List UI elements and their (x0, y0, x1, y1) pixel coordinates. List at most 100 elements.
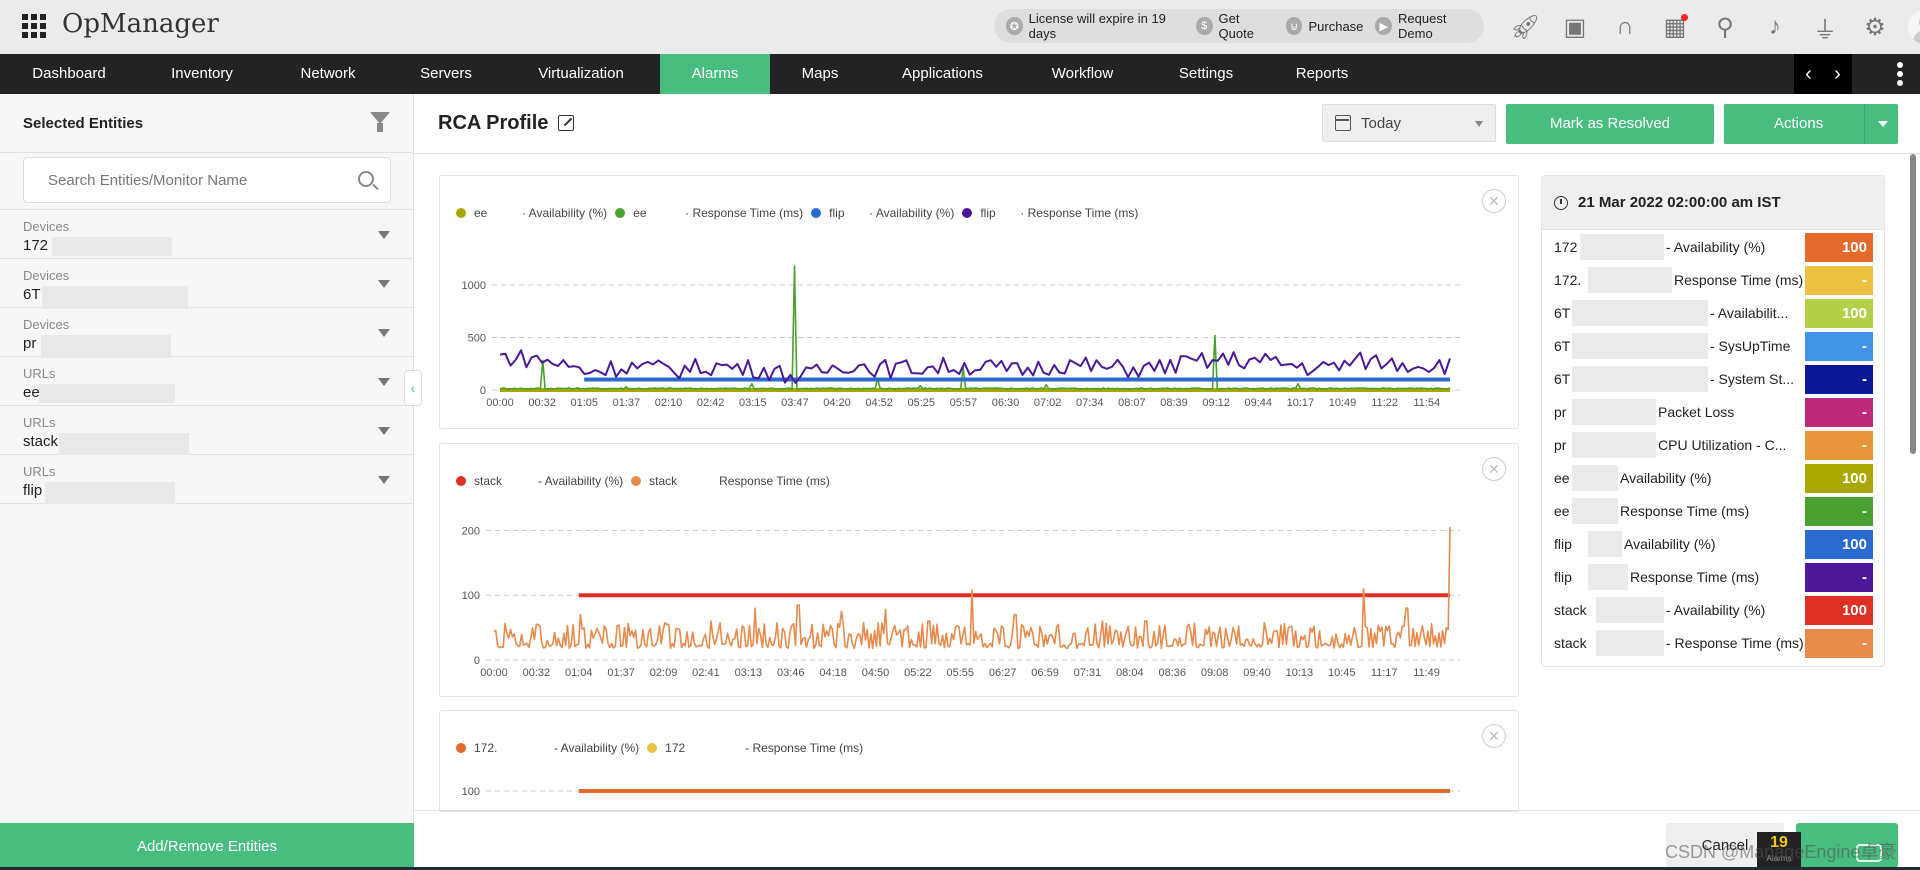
mark-as-resolved-button[interactable]: Mark as Resolved (1506, 104, 1714, 144)
panel-header: 21 Mar 2022 02:00:00 am IST (1542, 176, 1884, 230)
chat-icon[interactable] (1842, 836, 1892, 870)
entity-item[interactable]: URLs ee (0, 357, 414, 406)
collapse-sidebar-button[interactable]: ‹ (404, 370, 422, 406)
rocket-icon[interactable]: 🚀︎ (1500, 8, 1550, 46)
license-link[interactable]: License will expire in 19 days (1029, 11, 1184, 41)
redaction (1572, 399, 1656, 425)
entity-item[interactable]: Devices 172 (0, 210, 414, 259)
request-demo-link[interactable]: Request Demo (1398, 11, 1478, 41)
nav-reports[interactable]: Reports (1262, 54, 1382, 94)
bell-icon[interactable]: ♪ (1750, 8, 1800, 46)
redaction (1596, 630, 1664, 656)
chevron-down-icon[interactable] (378, 378, 390, 386)
chevron-down-icon[interactable] (378, 476, 390, 484)
metric-name: Response Time (ms) (1674, 272, 1804, 288)
more-options-icon[interactable] (1896, 62, 1904, 86)
metric-row: 6T - System St... - (1542, 363, 1886, 396)
chevron-down-icon[interactable] (1864, 104, 1898, 144)
nav-settings[interactable]: Settings (1150, 54, 1262, 94)
chevron-down-icon[interactable] (378, 280, 390, 288)
app-grid-icon[interactable] (22, 14, 46, 38)
alarms-badge[interactable]: 19 Alarms (1757, 832, 1801, 870)
app-title: OpManager (62, 9, 219, 39)
x-tick-label: 00:32 (528, 397, 556, 409)
metric-value: 100 (1805, 464, 1873, 493)
redaction (1572, 432, 1656, 458)
plug-icon[interactable]: ⏚ (1800, 8, 1850, 46)
chevron-down-icon[interactable] (378, 231, 390, 239)
x-tick-label: 01:37 (607, 667, 635, 679)
x-tick-label: 04:18 (819, 667, 847, 679)
get-quote-link[interactable]: Get Quote (1219, 11, 1274, 41)
main-nav: Dashboard Inventory Network Servers Virt… (0, 54, 1920, 94)
chevron-down-icon[interactable] (378, 329, 390, 337)
gift-icon[interactable]: ▦ (1650, 8, 1700, 46)
date-range-value: Today (1361, 115, 1402, 132)
nav-maps[interactable]: Maps (770, 54, 870, 94)
redaction (1580, 234, 1664, 260)
nav-servers[interactable]: Servers (390, 54, 502, 94)
x-tick-label: 10:45 (1328, 667, 1356, 679)
x-tick-label: 08:04 (1116, 667, 1144, 679)
nav-applications[interactable]: Applications (870, 54, 1015, 94)
demo-icon: ▶ (1375, 17, 1393, 35)
metric-entity: stack (1554, 635, 1587, 651)
nav-workflow[interactable]: Workflow (1015, 54, 1150, 94)
nav-next-button[interactable]: › (1834, 63, 1841, 86)
user-avatar[interactable] (1908, 10, 1920, 44)
gear-icon[interactable]: ⚙ (1850, 8, 1900, 46)
license-icon: ✪ (1006, 17, 1023, 35)
chart-card-1: ee · Availability (%) ee · Response Time… (439, 175, 1519, 429)
redaction (1572, 366, 1708, 392)
filter-icon[interactable] (370, 112, 390, 132)
alarm-count: 19 (1770, 834, 1788, 851)
x-tick-label: 10:49 (1329, 397, 1357, 409)
x-tick-label: 02:42 (697, 397, 725, 409)
edit-icon[interactable] (558, 115, 574, 131)
search-icon[interactable] (358, 171, 374, 187)
redaction (1572, 333, 1708, 359)
y-tick-label: 500 (468, 333, 486, 345)
y-tick-label: 1000 (462, 280, 486, 292)
entity-name: 6T (23, 286, 41, 303)
metric-name: - Response Time (ms) (1666, 635, 1804, 651)
actions-button[interactable]: Actions (1724, 104, 1898, 144)
metric-name: Packet Loss (1658, 404, 1735, 420)
sidebar-title: Selected Entities (23, 115, 144, 132)
nav-alarms[interactable]: Alarms (660, 54, 770, 94)
actions-label: Actions (1774, 115, 1824, 132)
metric-value: - (1805, 431, 1873, 460)
chevron-down-icon[interactable] (378, 427, 390, 435)
nav-dashboard[interactable]: Dashboard (0, 54, 138, 94)
x-tick-label: 11:22 (1371, 397, 1398, 409)
entity-type: URLs (23, 366, 56, 381)
entity-item[interactable]: Devices 6T (0, 259, 414, 309)
date-range-select[interactable]: Today (1322, 104, 1496, 142)
divider (414, 810, 1920, 811)
entity-item[interactable]: URLs stack (0, 406, 414, 455)
add-remove-entities-button[interactable]: Add/Remove Entities (0, 823, 414, 870)
x-tick-label: 05:22 (904, 667, 932, 679)
scrollbar[interactable] (1910, 154, 1916, 454)
entity-search-input[interactable] (24, 158, 334, 202)
x-tick-label: 05:55 (947, 667, 975, 679)
x-tick-label: 08:07 (1118, 397, 1146, 409)
metric-entity: 6T (1554, 338, 1571, 354)
entity-item[interactable]: Devices pr (0, 308, 414, 358)
nav-prev-button[interactable]: ‹ (1805, 63, 1812, 86)
metric-row: ee Response Time (ms) - (1542, 495, 1886, 528)
nav-virtualization[interactable]: Virtualization (502, 54, 660, 94)
x-tick-label: 07:02 (1034, 397, 1062, 409)
x-tick-label: 06:30 (992, 397, 1020, 409)
search-icon[interactable]: ⚲ (1700, 8, 1750, 46)
presentation-icon[interactable]: ▣ (1550, 8, 1600, 46)
entity-item[interactable]: URLs flip (0, 455, 414, 504)
x-tick-label: 03:46 (777, 667, 805, 679)
headset-icon[interactable]: ∩ (1600, 8, 1650, 46)
divider (0, 152, 414, 153)
nav-network[interactable]: Network (266, 54, 390, 94)
nav-inventory[interactable]: Inventory (138, 54, 266, 94)
metric-entity: stack (1554, 602, 1587, 618)
entities-sidebar: Selected Entities Devices 172 Devices 6T… (0, 94, 414, 870)
purchase-link[interactable]: Purchase (1308, 19, 1363, 34)
